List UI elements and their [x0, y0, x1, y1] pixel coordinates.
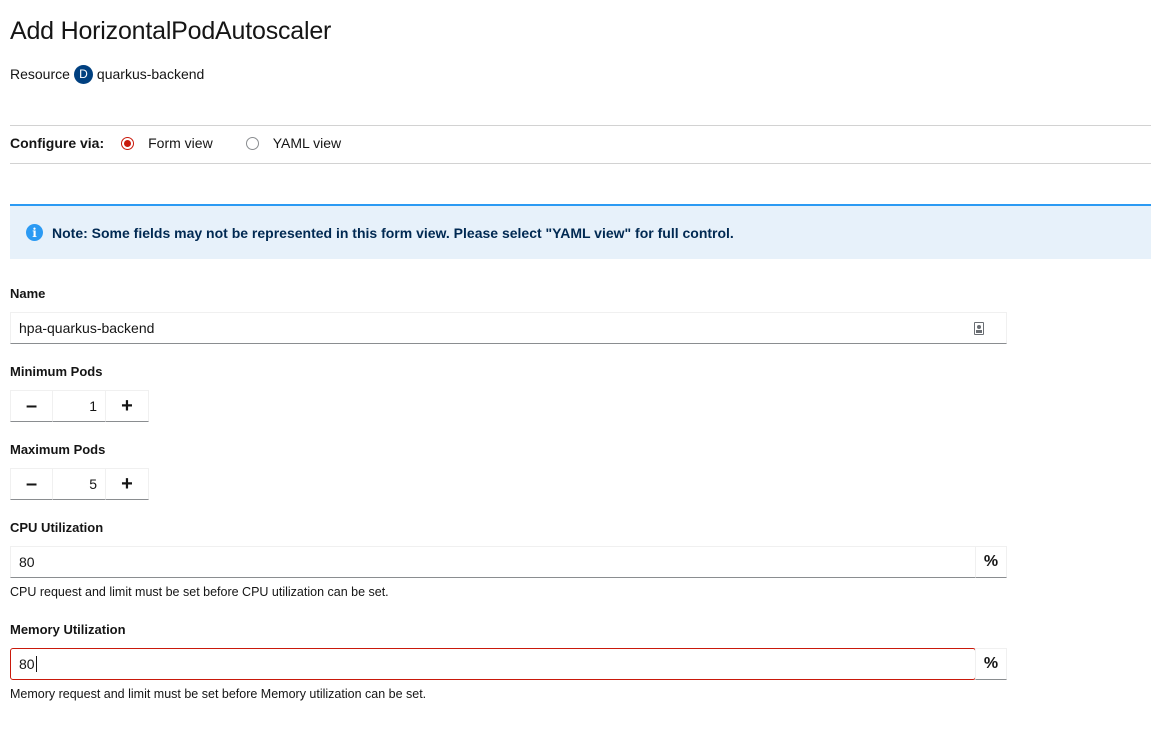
max-pods-input[interactable]: 5 — [53, 468, 105, 500]
memory-utilization-label: Memory Utilization — [10, 622, 126, 637]
divider-bottom — [10, 163, 1151, 164]
yaml-view-option[interactable]: YAML view — [245, 135, 341, 151]
resource-line: Resource D quarkus-backend — [10, 64, 204, 84]
memory-percent-unit: % — [975, 648, 1007, 680]
cpu-helper-text: CPU request and limit must be set before… — [10, 585, 389, 599]
form-view-option[interactable]: Form view — [121, 135, 213, 151]
info-icon: i — [26, 224, 43, 241]
cpu-percent-unit: % — [975, 546, 1007, 578]
memory-helper-text: Memory request and limit must be set bef… — [10, 687, 427, 701]
name-label: Name — [10, 286, 46, 301]
form-view-label[interactable]: Form view — [148, 135, 213, 151]
cpu-utilization-label: CPU Utilization — [10, 520, 104, 535]
resource-name[interactable]: quarkus-backend — [97, 66, 204, 82]
text-caret — [35, 656, 37, 672]
min-pods-increment-button[interactable]: + — [105, 390, 149, 422]
form-view-radio[interactable] — [121, 136, 135, 150]
cpu-utilization-value[interactable]: 80 — [19, 554, 35, 570]
name-input[interactable]: hpa-quarkus-backend — [10, 312, 1007, 344]
max-pods-decrement-button[interactable]: – — [10, 468, 53, 500]
min-pods-stepper: – 1 + — [10, 390, 149, 422]
memory-utilization-input[interactable]: 80 — [10, 648, 976, 680]
memory-utilization-value[interactable]: 80 — [19, 656, 35, 672]
configure-via-group: Configure via: Form view YAML view — [10, 131, 374, 155]
deployment-badge-icon: D — [73, 64, 93, 84]
yaml-view-label[interactable]: YAML view — [273, 135, 341, 151]
info-alert: i Note: Some fields may not be represent… — [10, 204, 1151, 259]
resource-label: Resource — [10, 66, 70, 82]
max-pods-increment-button[interactable]: + — [105, 468, 149, 500]
yaml-view-radio[interactable] — [245, 136, 259, 150]
configure-via-label: Configure via: — [10, 135, 105, 151]
min-pods-decrement-button[interactable]: – — [10, 390, 53, 422]
alert-text: Note: Some fields may not be represented… — [52, 224, 734, 241]
cpu-utilization-input[interactable]: 80 — [10, 546, 976, 578]
min-pods-label: Minimum Pods — [10, 364, 103, 379]
name-value[interactable]: hpa-quarkus-backend — [19, 320, 154, 336]
page-title: Add HorizontalPodAutoscaler — [10, 17, 332, 45]
max-pods-stepper: – 5 + — [10, 468, 149, 500]
divider-top — [10, 125, 1151, 126]
max-pods-label: Maximum Pods — [10, 442, 106, 457]
contact-card-icon — [974, 322, 984, 335]
min-pods-input[interactable]: 1 — [53, 390, 105, 422]
